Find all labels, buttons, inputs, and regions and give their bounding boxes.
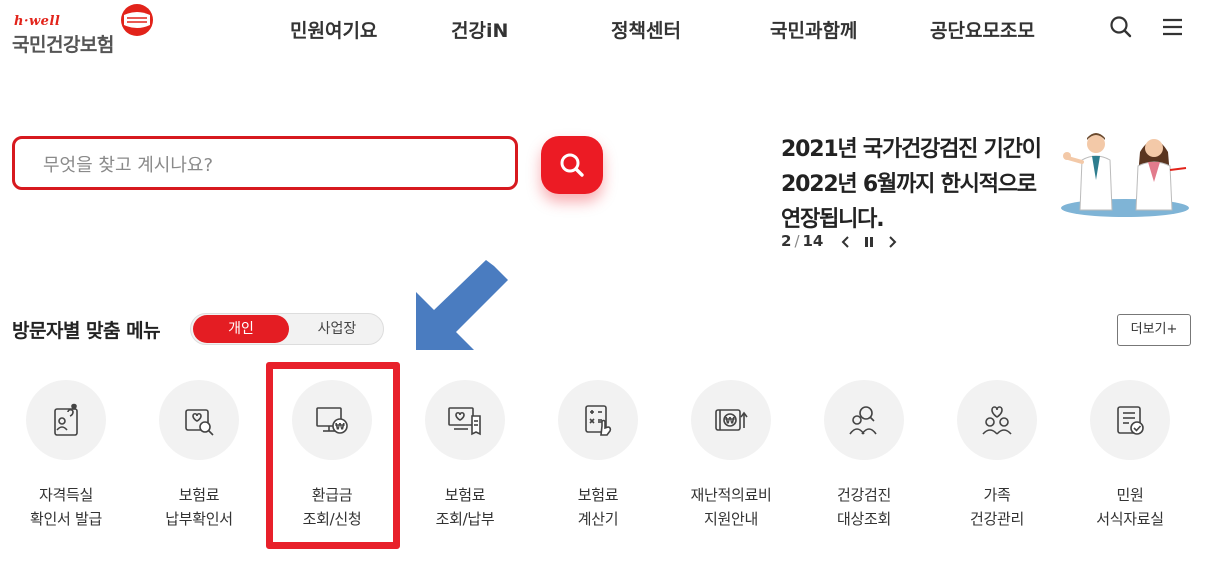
menu-label-line: 조회/납부	[435, 510, 495, 528]
menu-item-calculator[interactable]: 보험료 계산기	[532, 380, 664, 531]
monitor-heart-bill-icon	[448, 407, 481, 436]
menu-circle	[957, 380, 1037, 460]
menu-label: 민원 서식자료실	[1064, 483, 1196, 531]
people-search-icon	[849, 406, 877, 435]
banner-title[interactable]: 2021년 국가건강검진 기간이 2022년 6월까지 한시적으로 연장됩니다.	[781, 132, 1051, 237]
menu-label-line: 보험료	[577, 486, 619, 504]
menu-label-line: 확인서 발급	[30, 510, 102, 528]
menu-label: 자격득실 확인서 발급	[0, 483, 132, 531]
menu-item-payment-cert[interactable]: 보험료 납부확인서	[133, 380, 265, 531]
nav-item-about[interactable]: 공단요모조모	[930, 16, 1035, 43]
menu-label-line: 납부확인서	[165, 510, 233, 528]
menu-label-line: 보험료	[444, 486, 486, 504]
menu-circle	[159, 380, 239, 460]
pager-total: 14	[802, 232, 824, 250]
nav-item-policy[interactable]: 정책센터	[611, 16, 681, 43]
toggle-individual[interactable]: 개인	[193, 315, 289, 343]
pager-current: 2	[781, 232, 792, 250]
more-button[interactable]: 더보기+	[1117, 314, 1191, 346]
menu-circle	[558, 380, 638, 460]
wallet-won-icon: ₩	[715, 409, 748, 431]
menu-circle	[26, 380, 106, 460]
search-icon	[560, 153, 584, 177]
search-button[interactable]	[541, 136, 603, 194]
menu-label: 보험료 계산기	[532, 483, 664, 531]
id-card-icon	[54, 403, 78, 436]
toggle-business[interactable]: 사업장	[291, 315, 383, 343]
menu-label-line: 대상조회	[836, 510, 891, 528]
menu-item-family-health[interactable]: 가족 건강관리	[931, 380, 1063, 531]
menu-label: 보험료 납부확인서	[133, 483, 265, 531]
banner-pager: 2/14	[781, 232, 824, 250]
pause-icon[interactable]	[862, 235, 876, 249]
menu-label-line: 계산기	[577, 510, 619, 528]
menu-circle: ₩	[691, 380, 771, 460]
menu-label: 가족 건강관리	[931, 483, 1063, 531]
logo-name: 국민건강보험	[12, 34, 114, 56]
svg-text:₩: ₩	[725, 417, 735, 427]
calculator-hand-icon	[585, 405, 612, 436]
menu-item-checkup-lookup[interactable]: 건강검진 대상조회	[798, 380, 930, 531]
logo-tagline: h·well	[14, 14, 61, 29]
menu-label: 재난적의료비 지원안내	[665, 483, 797, 531]
menu-label-line: 민원	[1116, 486, 1144, 504]
doctors-illustration	[1061, 133, 1189, 217]
menu-label-line: 지원안내	[703, 510, 758, 528]
nav-item-minwon[interactable]: 민원여기요	[290, 16, 377, 43]
banner-line: 2022년 6월까지 한시적으로	[781, 172, 1037, 197]
search-icon[interactable]	[1108, 14, 1134, 40]
menu-label-line: 보험료	[178, 486, 220, 504]
menu-label-line: 가족	[983, 486, 1011, 504]
menu-item-premium-payment[interactable]: 보험료 조회/납부	[399, 380, 531, 531]
menu-item-qualification[interactable]: 자격득실 확인서 발급	[0, 380, 132, 531]
chevron-right-icon[interactable]	[886, 235, 898, 249]
menu-label: 건강검진 대상조회	[798, 483, 930, 531]
menu-circle	[824, 380, 904, 460]
nav-item-health-in[interactable]: 건강iN	[451, 16, 508, 43]
menu-label-line: 건강관리	[969, 510, 1024, 528]
menu-circle	[425, 380, 505, 460]
menu-label-line: 재난적의료비	[690, 486, 772, 504]
family-heart-icon	[982, 406, 1012, 435]
menu-label-line: 자격득실	[38, 486, 93, 504]
menu-label: 보험료 조회/납부	[399, 483, 531, 531]
nav-item-with-people[interactable]: 국민과함께	[770, 16, 857, 43]
search-box	[12, 136, 518, 190]
visitor-toggle: 개인 사업장	[190, 313, 384, 345]
menu-label-line: 서식자료실	[1096, 510, 1164, 528]
menu-title: 방문자별 맞춤 메뉴	[12, 320, 161, 342]
menu-icon[interactable]	[1160, 14, 1186, 40]
menu-label-line: 건강검진	[836, 486, 891, 504]
search-input[interactable]	[41, 151, 495, 179]
menu-item-catastrophic-support[interactable]: ₩ 재난적의료비 지원안내	[665, 380, 797, 531]
logo-mask-icon	[121, 4, 153, 36]
menu-item-forms[interactable]: 민원 서식자료실	[1064, 380, 1196, 531]
document-check-icon	[1117, 406, 1144, 435]
highlight-box	[266, 362, 400, 549]
blue-arrow-icon	[416, 260, 508, 350]
chevron-left-icon[interactable]	[840, 235, 852, 249]
receipt-search-icon	[185, 409, 214, 436]
banner-line: 2021년 국가건강검진 기간이	[781, 137, 1042, 162]
menu-circle	[1090, 380, 1170, 460]
